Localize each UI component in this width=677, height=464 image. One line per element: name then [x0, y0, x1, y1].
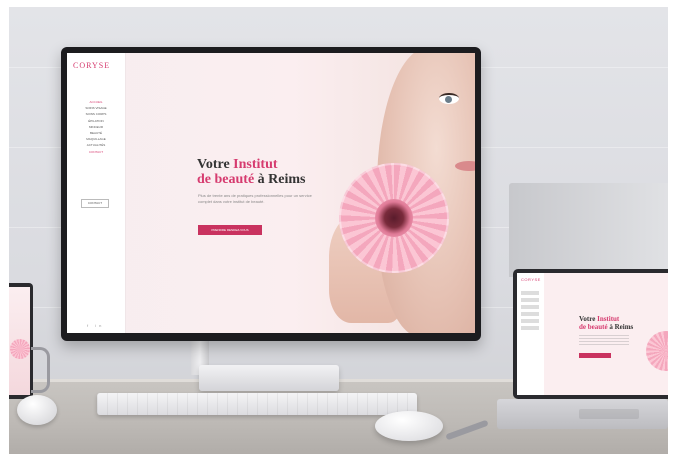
hero-title-accent: Institut — [233, 157, 278, 172]
sidebar-contact-button[interactable]: CONTACT — [81, 199, 109, 208]
hero-title: Votre Institut de beauté à Reims — [197, 157, 357, 187]
tablet-nav-item — [521, 326, 539, 330]
hero-title-part2: à Reims — [254, 172, 306, 187]
hero-cta-button[interactable]: PRENDRE RENDEZ-VOUS — [198, 225, 262, 235]
tablet-nav-item — [521, 312, 539, 316]
tablet-nav-item — [521, 291, 539, 295]
smartphone — [9, 283, 33, 399]
tablet-site-nav — [521, 291, 539, 333]
tablet-nav-item — [521, 298, 539, 302]
flower-image — [10, 339, 30, 359]
monitor-stand-base — [199, 365, 339, 391]
desktop-monitor: CORYSE ACCUEIL SOINS VISAGE SOINS CORPS … — [61, 47, 481, 341]
tablet-body-text — [579, 335, 629, 345]
tablet-nav-item — [521, 319, 539, 323]
tablet-title-accent2: de beauté — [579, 323, 608, 331]
lips-image — [455, 161, 475, 171]
monitor-screen: CORYSE ACCUEIL SOINS VISAGE SOINS CORPS … — [67, 53, 475, 333]
tablet-cta-button — [579, 353, 611, 358]
eye-image — [439, 93, 459, 104]
site-logo[interactable]: CORYSE — [73, 61, 110, 70]
hero-body-text: Plus de trente ans de pratiques professi… — [198, 193, 312, 204]
tablet-hero-title: Votre Institut de beauté à Reims — [579, 315, 659, 331]
smartphone-screen — [9, 287, 30, 395]
social-links[interactable]: f in — [87, 323, 104, 328]
hero-title-accent2: de beauté — [197, 172, 255, 187]
tablet-site-logo: CORYSE — [521, 277, 541, 282]
laptop-lid — [509, 183, 668, 277]
hero-title-part1: Votre — [197, 157, 234, 172]
site-nav: ACCUEIL SOINS VISAGE SOINS CORPS ÉPILATI… — [71, 99, 121, 155]
site-sidebar: CORYSE ACCUEIL SOINS VISAGE SOINS CORPS … — [67, 53, 126, 333]
tablet-nav-item — [521, 305, 539, 309]
mouse — [375, 411, 443, 441]
tablet-title-accent: Institut — [597, 315, 620, 323]
keyboard — [97, 393, 417, 415]
phone-stand — [31, 347, 50, 393]
cup — [17, 395, 57, 425]
flower-center — [375, 199, 413, 237]
tablet-title-part2: à Reims — [607, 323, 634, 331]
tablet-device: CORYSE Votre Institut de beauté à Reims — [513, 269, 668, 399]
nav-item-contact[interactable]: CONTACT — [71, 149, 121, 155]
tablet-title-part1: Votre — [579, 315, 598, 323]
laptop-trackpad — [579, 409, 639, 419]
tablet-flower-image — [646, 331, 668, 371]
product-mockup-photo: CORYSE ACCUEIL SOINS VISAGE SOINS CORPS … — [9, 7, 668, 454]
tablet-screen: CORYSE Votre Institut de beauté à Reims — [517, 273, 668, 395]
